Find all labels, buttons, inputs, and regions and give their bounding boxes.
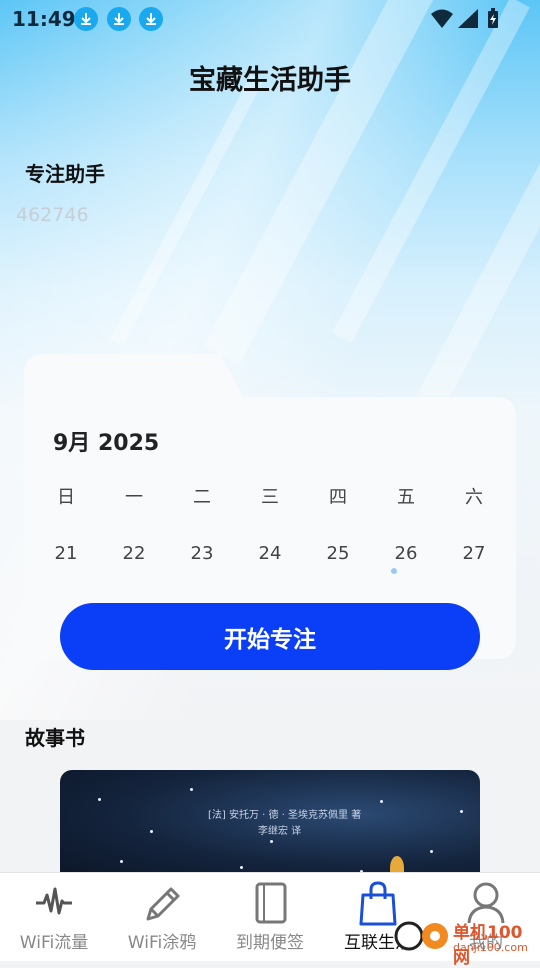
status-bar: 11:49 <box>0 0 540 36</box>
day-cell[interactable]: 25 <box>304 543 372 564</box>
day-cell[interactable]: 24 <box>236 543 304 564</box>
tab-label: WiFi涂鸦 <box>127 933 197 953</box>
day-row: 21 22 23 24 25 26 27 <box>32 543 508 564</box>
weekday-label: 三 <box>261 487 279 508</box>
focus-id-text: 462746 <box>16 204 89 226</box>
site-watermark: 单机100网 danji100.com <box>393 914 533 968</box>
weekday-row: 日 一 二 三 四 五 六 <box>32 483 508 509</box>
download-notification-icon <box>107 7 131 31</box>
month-label[interactable]: 9月 2025 <box>53 425 159 457</box>
story-book-cover[interactable]: [法] 安托万 · 德 · 圣埃克苏佩里 著 李继宏 译 <box>60 770 480 880</box>
book-author: [法] 安托万 · 德 · 圣埃克苏佩里 著 <box>208 810 362 821</box>
day-cell[interactable]: 23 <box>168 543 236 564</box>
focus-section-title: 专注助手 <box>25 162 105 186</box>
day-cell[interactable]: 21 <box>32 543 100 564</box>
tab-wifi-traffic[interactable]: WiFi流量 <box>0 873 108 961</box>
weekday-label: 四 <box>329 487 347 508</box>
download-notification-icon <box>139 7 163 31</box>
download-notification-icon <box>74 7 98 31</box>
tab-label: WiFi流量 <box>19 933 89 953</box>
cell-signal-icon <box>458 9 478 28</box>
story-section-title: 故事书 <box>25 726 85 750</box>
tab-label: 到期便签 <box>236 933 304 953</box>
calendar-body: 9月 2025 日 一 二 三 四 五 六 21 22 23 24 25 26 … <box>24 397 516 670</box>
watermark-url: danji100.com <box>453 941 528 954</box>
start-focus-button[interactable]: 开始专注 <box>60 603 480 670</box>
pencil-icon <box>146 887 180 921</box>
weekday-label: 六 <box>465 487 483 508</box>
calendar-card: 9月 2025 日 一 二 三 四 五 六 21 22 23 24 25 26 … <box>24 354 516 670</box>
weekday-label: 一 <box>125 487 143 508</box>
shopping-bag-icon <box>359 881 397 926</box>
day-cell[interactable]: 22 <box>100 543 168 564</box>
day-cell-today[interactable]: 26 <box>372 543 440 564</box>
day-cell[interactable]: 27 <box>440 543 508 564</box>
weekday-label: 二 <box>193 487 211 508</box>
note-icon <box>255 882 287 924</box>
page-title: 宝藏生活助手 <box>189 65 351 96</box>
pulse-icon <box>36 887 72 915</box>
battery-icon <box>488 8 498 28</box>
today-marker-dot <box>391 568 397 574</box>
weekday-label: 日 <box>57 487 75 508</box>
tab-wifi-doodle[interactable]: WiFi涂鸦 <box>108 873 216 961</box>
book-translator: 李继宏 译 <box>258 826 302 837</box>
tab-expiry-note[interactable]: 到期便签 <box>216 873 324 961</box>
status-time: 11:49 <box>12 7 76 31</box>
weekday-label: 五 <box>397 487 415 508</box>
watermark-logo-icon <box>394 921 448 951</box>
wifi-icon <box>431 9 453 28</box>
